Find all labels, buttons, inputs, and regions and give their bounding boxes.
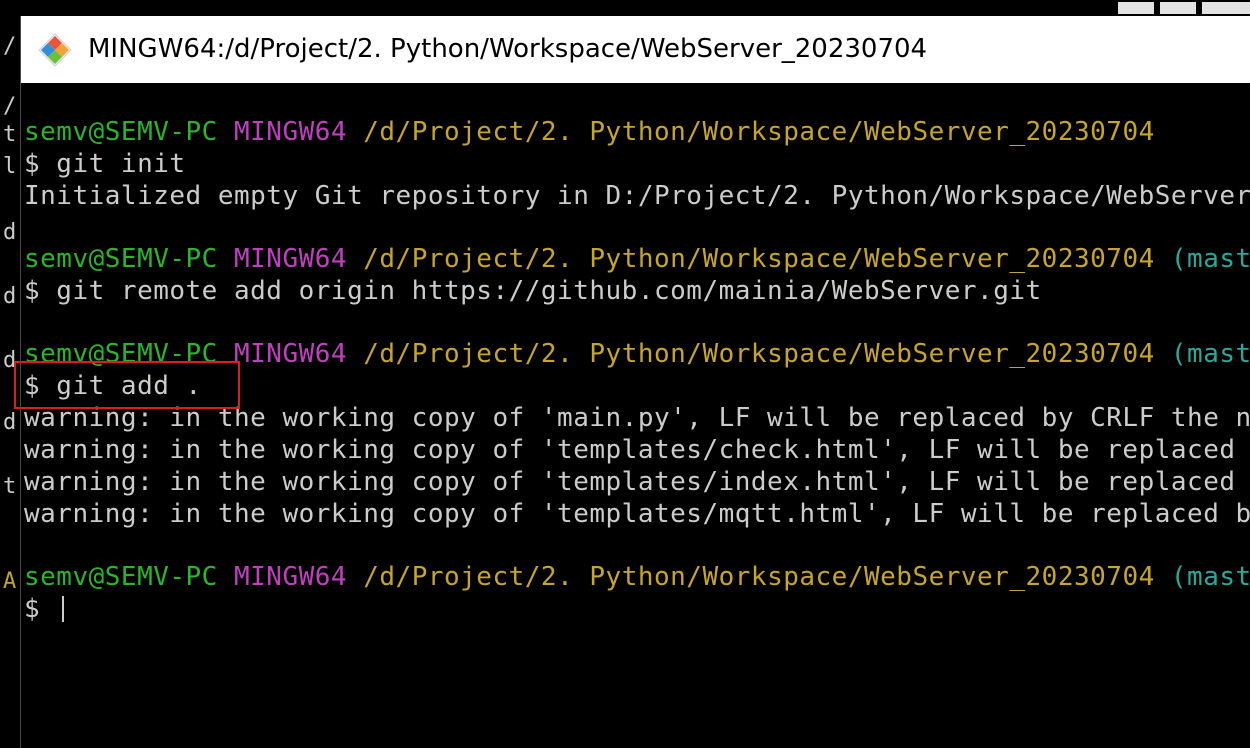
terminal-console[interactable]: semv@SEMV-PC MINGW64 /d/Project/2. Pytho… xyxy=(21,83,1250,748)
command-prompt-symbol: $ xyxy=(24,594,57,624)
background-text: d xyxy=(3,410,17,435)
prompt-line: semv@SEMV-PC MINGW64 /d/Project/2. Pytho… xyxy=(24,116,1155,148)
annotation-highlight-box xyxy=(14,361,240,409)
background-scroll-button xyxy=(1160,2,1196,14)
prompt-system: MINGW64 xyxy=(234,562,348,592)
warning-line: warning: in the working copy of 'templat… xyxy=(24,435,1250,465)
background-scroll-button xyxy=(1118,2,1154,14)
prompt-path: /d/Project/2. Python/Workspace/WebServer… xyxy=(363,339,1155,369)
screen: / / t l d d d d t A MINGW64:/d/Project/2… xyxy=(0,0,1250,748)
prompt-branch: (maste xyxy=(1170,339,1250,369)
command-line: $ git remote add origin https://github.c… xyxy=(24,276,1042,306)
background-text: l xyxy=(3,154,17,179)
prompt-path: /d/Project/2. Python/Workspace/WebServer… xyxy=(363,562,1155,592)
prompt-user: semv@SEMV-PC xyxy=(24,117,218,147)
prompt-path: /d/Project/2. Python/Workspace/WebServer… xyxy=(363,117,1155,147)
background-text: t xyxy=(3,474,17,499)
prompt-system: MINGW64 xyxy=(234,244,348,274)
background-text: d xyxy=(3,284,17,309)
command-input-line[interactable]: $ xyxy=(24,593,65,625)
background-text: / xyxy=(3,94,17,119)
warning-line: warning: in the working copy of 'templat… xyxy=(24,499,1250,529)
background-text: d xyxy=(3,220,17,245)
background-text: t xyxy=(3,122,17,147)
background-text: / xyxy=(3,34,17,59)
prompt-user: semv@SEMV-PC xyxy=(24,244,218,274)
prompt-branch: (maste xyxy=(1170,244,1250,274)
background-scrollbar xyxy=(20,0,1250,16)
background-text: A xyxy=(3,569,17,594)
prompt-system: MINGW64 xyxy=(234,339,348,369)
git-bash-icon xyxy=(38,33,72,67)
prompt-line: semv@SEMV-PC MINGW64 /d/Project/2. Pytho… xyxy=(24,561,1250,593)
output-line: Initialized empty Git repository in D:/P… xyxy=(24,181,1250,211)
prompt-user: semv@SEMV-PC xyxy=(24,562,218,592)
background-scroll-button xyxy=(1202,2,1250,14)
prompt-path: /d/Project/2. Python/Workspace/WebServer… xyxy=(363,244,1155,274)
warning-line: warning: in the working copy of 'templat… xyxy=(24,467,1250,497)
text-cursor xyxy=(62,596,65,622)
prompt-line: semv@SEMV-PC MINGW64 /d/Project/2. Pytho… xyxy=(24,243,1250,275)
command-line: $ git init xyxy=(24,149,186,179)
title-bar[interactable]: MINGW64:/d/Project/2. Python/Workspace/W… xyxy=(21,16,1250,83)
prompt-branch: (maste xyxy=(1170,562,1250,592)
prompt-system: MINGW64 xyxy=(234,117,348,147)
window-title: MINGW64:/d/Project/2. Python/Workspace/W… xyxy=(88,34,928,64)
